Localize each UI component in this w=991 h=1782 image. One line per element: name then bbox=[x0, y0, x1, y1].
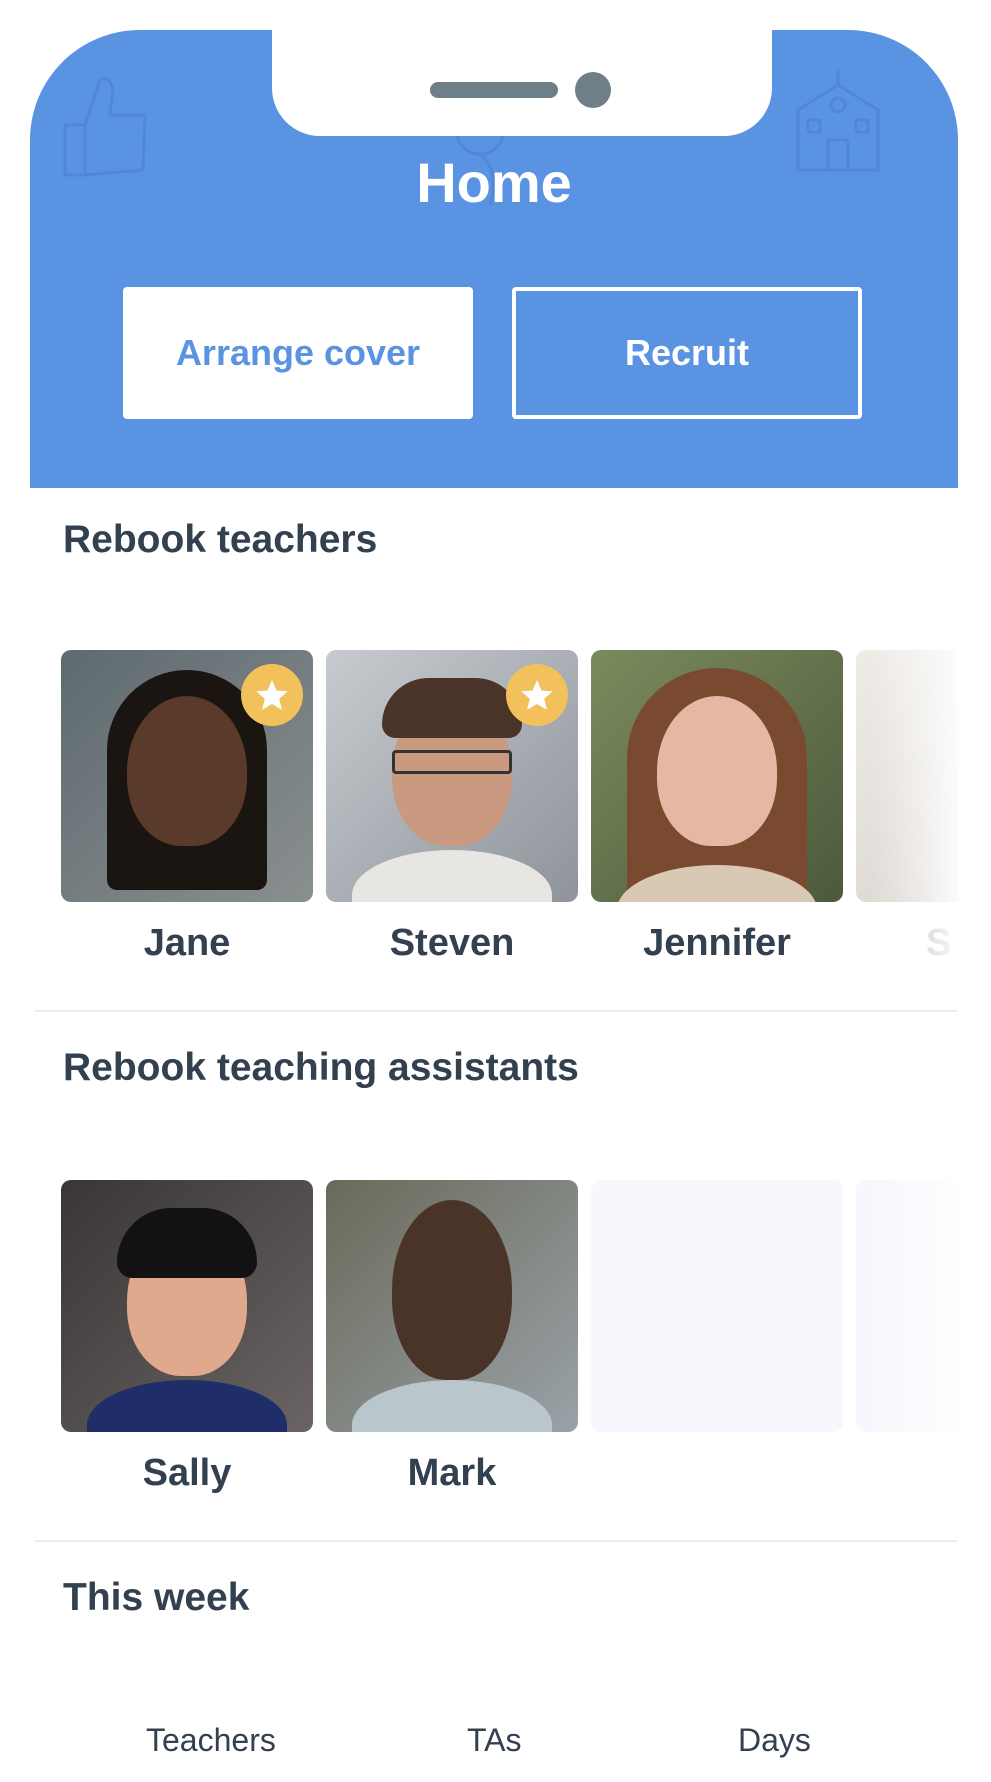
empty-card bbox=[591, 1180, 843, 1495]
favorite-star-icon bbox=[241, 664, 303, 726]
header: Home Arrange cover Recruit bbox=[30, 30, 958, 488]
avatar bbox=[591, 650, 843, 902]
person-name: Mark bbox=[407, 1452, 497, 1494]
assistant-card[interactable]: Mark bbox=[326, 1180, 578, 1495]
page-title: Home bbox=[416, 151, 572, 214]
stat-days-label: Days bbox=[738, 1722, 811, 1758]
person-name: Sally bbox=[142, 1452, 232, 1494]
assistants-carousel[interactable]: Sally Mark bbox=[61, 1180, 958, 1495]
arrange-cover-button[interactable]: Arrange cover bbox=[123, 287, 473, 419]
person-name: Jane bbox=[143, 922, 231, 964]
divider bbox=[35, 1540, 957, 1542]
section-title-teachers: Rebook teachers bbox=[63, 518, 378, 561]
glasses-icon bbox=[392, 750, 512, 774]
carousel-fade bbox=[871, 650, 991, 970]
avatar bbox=[61, 1180, 313, 1432]
placeholder bbox=[591, 1180, 843, 1432]
teachers-carousel[interactable]: Jane Steven Jennifer S bbox=[61, 650, 958, 965]
section-title-assistants: Rebook teaching assistants bbox=[63, 1046, 579, 1089]
person-name: Steven bbox=[389, 922, 515, 964]
recruit-button[interactable]: Recruit bbox=[512, 287, 862, 419]
assistant-card[interactable]: Sally bbox=[61, 1180, 313, 1495]
favorite-star-icon bbox=[506, 664, 568, 726]
teacher-card[interactable]: Steven bbox=[326, 650, 578, 965]
teacher-card[interactable]: Jennifer bbox=[591, 650, 843, 965]
stat-teachers-label: Teachers bbox=[146, 1722, 276, 1758]
carousel-fade bbox=[871, 1180, 991, 1440]
teacher-card[interactable]: Jane bbox=[61, 650, 313, 965]
avatar bbox=[326, 650, 578, 902]
section-title-this-week: This week bbox=[63, 1576, 250, 1619]
avatar bbox=[61, 650, 313, 902]
speaker-icon bbox=[430, 82, 558, 98]
camera-icon bbox=[575, 72, 611, 108]
divider bbox=[35, 1010, 957, 1012]
person-name: Jennifer bbox=[643, 922, 791, 964]
stat-tas-label: TAs bbox=[467, 1722, 522, 1758]
avatar bbox=[326, 1180, 578, 1432]
